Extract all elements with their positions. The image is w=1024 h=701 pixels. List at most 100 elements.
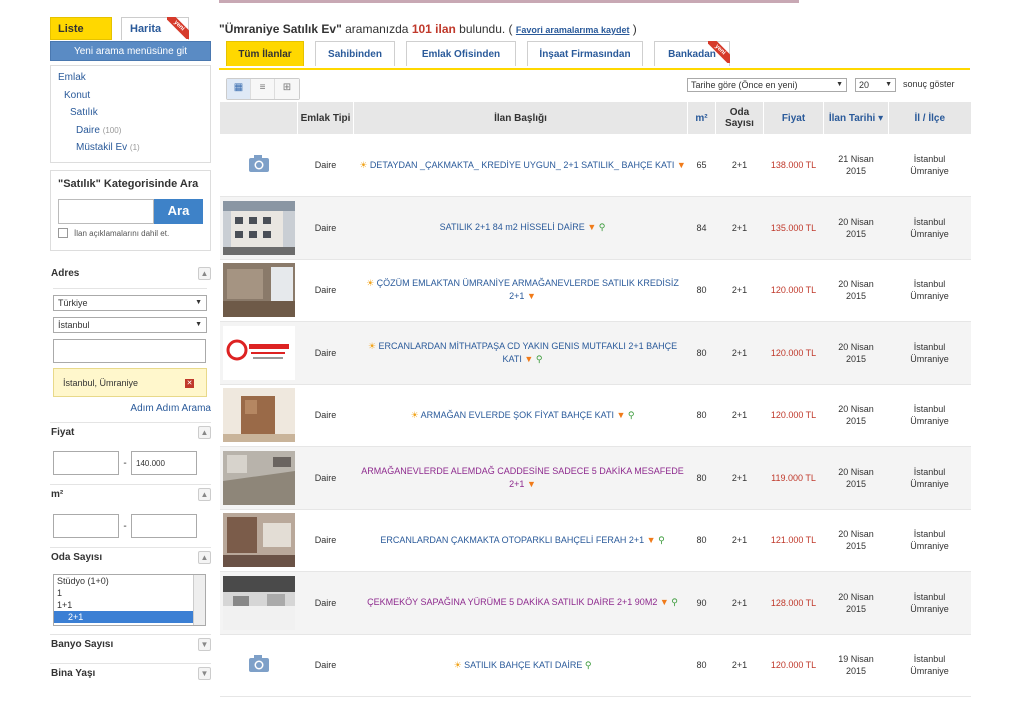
table-row[interactable]: Daire ☀ ARMAĞAN EVLERDE ŞOK FİYAT BAHÇE K… [219, 384, 971, 447]
include-description-checkbox[interactable] [58, 228, 68, 238]
table-row[interactable]: Daire ERCANLARDAN ÇAKMAKTA OTOPARKLI BAHÇ… [219, 509, 971, 572]
page-size-select[interactable]: 20 ▼ [855, 78, 896, 92]
bathrooms-section-header[interactable]: Banyo Sayısı ▼ [50, 635, 211, 655]
listing-title-link[interactable]: SATILIK 2+1 84 m2 HİSSELİ DAİRE ▼ ⚲ [353, 196, 688, 260]
list-view-icon[interactable]: ≡ [251, 79, 275, 99]
collapse-icon[interactable]: ▲ [198, 267, 211, 280]
area-section-header[interactable]: m² ▲ [50, 485, 211, 505]
table-row[interactable]: Daire ☀ ERCANLARDAN MİTHATPAŞA CD YAKIN G… [219, 321, 971, 385]
listing-city: İstanbul [913, 529, 946, 540]
listing-date-year: 2015 [845, 541, 867, 552]
map-marker-icon: ⚲ [627, 409, 635, 420]
column-header[interactable]: İl / İlçe [888, 102, 971, 134]
listing-title-link[interactable]: ☀ ÇÖZÜM EMLAKTAN ÜMRANİYE ARMAĞANEVLERDE… [353, 259, 688, 322]
building-age-section-header[interactable]: Bina Yaşı ▼ [50, 664, 211, 684]
save-search-link[interactable]: Favori aramalarıma kaydet [516, 25, 630, 35]
view-mode-buttons: ▦ ≡ ⊞ [226, 78, 300, 100]
category-konut[interactable]: Konut [57, 90, 204, 108]
tab-list-view[interactable]: Liste [50, 17, 112, 40]
column-header[interactable]: m² [687, 102, 716, 134]
table-row[interactable]: Daire ☀ SATILIK BAHÇE KATI DAİRE ⚲ 80 2+1 12… [219, 634, 971, 697]
grid-view-icon[interactable]: ⊞ [275, 79, 299, 99]
remove-icon[interactable]: ✕ [185, 379, 194, 388]
listing-thumbnail[interactable] [219, 509, 298, 572]
address-section-header[interactable]: Adres ▲ [50, 264, 211, 284]
listing-thumbnail[interactable] [219, 634, 298, 697]
tab-construction[interactable]: İnşaat Firmasından [527, 41, 643, 66]
listing-thumbnail[interactable] [219, 259, 298, 322]
price-min-input[interactable] [53, 451, 119, 475]
new-search-button[interactable]: Yeni arama menüsüne git [50, 41, 211, 61]
listing-title-link[interactable]: ÇEKMEKÖY SAPAĞINA YÜRÜME 5 DAKİKA SATILI… [353, 571, 688, 635]
price-max-input[interactable]: 140.000 [131, 451, 197, 475]
column-header[interactable]: Fiyat [763, 102, 824, 134]
listing-rooms: 2+1 [715, 446, 764, 510]
listing-thumbnail[interactable] [219, 196, 298, 260]
area-min-input[interactable] [53, 514, 119, 538]
table-row[interactable]: Daire SATILIK 2+1 84 m2 HİSSELİ DAİRE ▼ ⚲… [219, 196, 971, 260]
price-section-header[interactable]: Fiyat ▲ [50, 423, 211, 443]
chevron-down-icon: ▼ [195, 299, 202, 306]
highlight-pin-icon: ▼ [524, 353, 534, 364]
category-satilik[interactable]: Satılık [57, 107, 204, 125]
tab-map-view[interactable]: Harita yeni [121, 17, 189, 40]
rooms-section-header[interactable]: Oda Sayısı ▲ [50, 548, 211, 568]
listing-title-link[interactable]: ERCANLARDAN ÇAKMAKTA OTOPARKLI BAHÇELİ F… [353, 509, 688, 572]
summary-text: aramanızda [341, 22, 412, 36]
search-button[interactable]: Ara [154, 199, 203, 224]
listing-title-link[interactable]: ARMAĞANEVLERDE ALEMDAĞ CADDESİNE SADECE … [353, 446, 688, 510]
tab-realtor[interactable]: Emlak Ofisinden [406, 41, 516, 66]
top-border [219, 0, 799, 3]
collapse-icon[interactable]: ▲ [198, 551, 211, 564]
property-type: Daire [297, 571, 354, 635]
city-select[interactable]: İstanbul ▼ [53, 317, 207, 333]
table-row[interactable]: Daire ÇEKMEKÖY SAPAĞINA YÜRÜME 5 DAKİKA S… [219, 571, 971, 635]
listing-thumbnail[interactable] [219, 571, 298, 635]
rooms-listbox[interactable]: Stüdyo (1+0) 1 1+1 2+1 [53, 574, 206, 626]
tab-owner[interactable]: Sahibinden [315, 41, 395, 66]
area-max-input[interactable] [131, 514, 197, 538]
rooms-option[interactable]: 1+1 [54, 599, 205, 611]
listing-thumbnail[interactable] [219, 446, 298, 510]
rooms-option[interactable]: Stüdyo (1+0) [54, 575, 205, 587]
table-view-icon[interactable]: ▦ [227, 79, 251, 99]
listing-title-link[interactable]: ☀ DETAYDAN _ÇAKMAKTA_ KREDİYE UYGUN_ 2+1… [353, 134, 688, 197]
listing-thumbnail[interactable] [219, 321, 298, 385]
step-by-step-search-link[interactable]: Adım Adım Arama [50, 403, 211, 414]
table-row[interactable]: Daire ☀ DETAYDAN _ÇAKMAKTA_ KREDİYE UYGUN… [219, 134, 971, 197]
listing-thumbnail[interactable] [219, 134, 298, 197]
column-header[interactable]: Oda Sayısı [715, 102, 764, 134]
rooms-option-selected[interactable]: 2+1 [54, 611, 193, 623]
listing-title-link[interactable]: ☀ ARMAĞAN EVLERDE ŞOK FİYAT BAHÇE KATI ▼… [353, 384, 688, 447]
keyword-input[interactable] [58, 199, 154, 224]
highlight-pin-icon: ▼ [526, 478, 536, 489]
scrollbar[interactable] [193, 575, 205, 625]
expand-icon[interactable]: ▼ [198, 638, 211, 651]
listing-title-link[interactable]: ☀ SATILIK BAHÇE KATI DAİRE ⚲ [353, 634, 688, 697]
country-value: Türkiye [58, 298, 88, 308]
collapse-icon[interactable]: ▲ [198, 426, 211, 439]
tab-bank[interactable]: Bankadan yeni [654, 41, 730, 66]
district-input[interactable] [53, 339, 206, 363]
category-label: Konut [64, 89, 91, 101]
column-header[interactable]: Emlak Tipi [297, 102, 354, 134]
expand-icon[interactable]: ▼ [198, 667, 211, 680]
table-row[interactable]: Daire ARMAĞANEVLERDE ALEMDAĞ CADDESİNE SA… [219, 446, 971, 510]
sort-select[interactable]: Tarihe göre (Önce en yeni) ▼ [687, 78, 847, 92]
listing-location: İstanbul Ümraniye [888, 196, 971, 260]
property-type: Daire [297, 509, 354, 572]
tab-all-listings[interactable]: Tüm İlanlar [226, 41, 304, 66]
listing-thumbnail[interactable] [219, 384, 298, 447]
column-header[interactable]: İlan Başlığı [353, 102, 688, 134]
rooms-option[interactable]: 1 [54, 587, 205, 599]
category-daire[interactable]: Daire (100) [57, 125, 204, 143]
column-header-sorted[interactable]: İlan Tarihi ▾ [823, 102, 889, 134]
category-emlak[interactable]: Emlak [57, 72, 204, 90]
collapse-icon[interactable]: ▲ [198, 488, 211, 501]
country-select[interactable]: Türkiye ▼ [53, 295, 207, 311]
featured-sun-icon: ☀ [453, 659, 462, 670]
table-row[interactable]: Daire ☀ ÇÖZÜM EMLAKTAN ÜMRANİYE ARMAĞANEV… [219, 259, 971, 322]
category-mustakil-ev[interactable]: Müstakil Ev (1) [57, 142, 204, 160]
listing-rooms: 2+1 [715, 196, 764, 260]
listing-title-link[interactable]: ☀ ERCANLARDAN MİTHATPAŞA CD YAKIN GENIS … [353, 321, 688, 385]
